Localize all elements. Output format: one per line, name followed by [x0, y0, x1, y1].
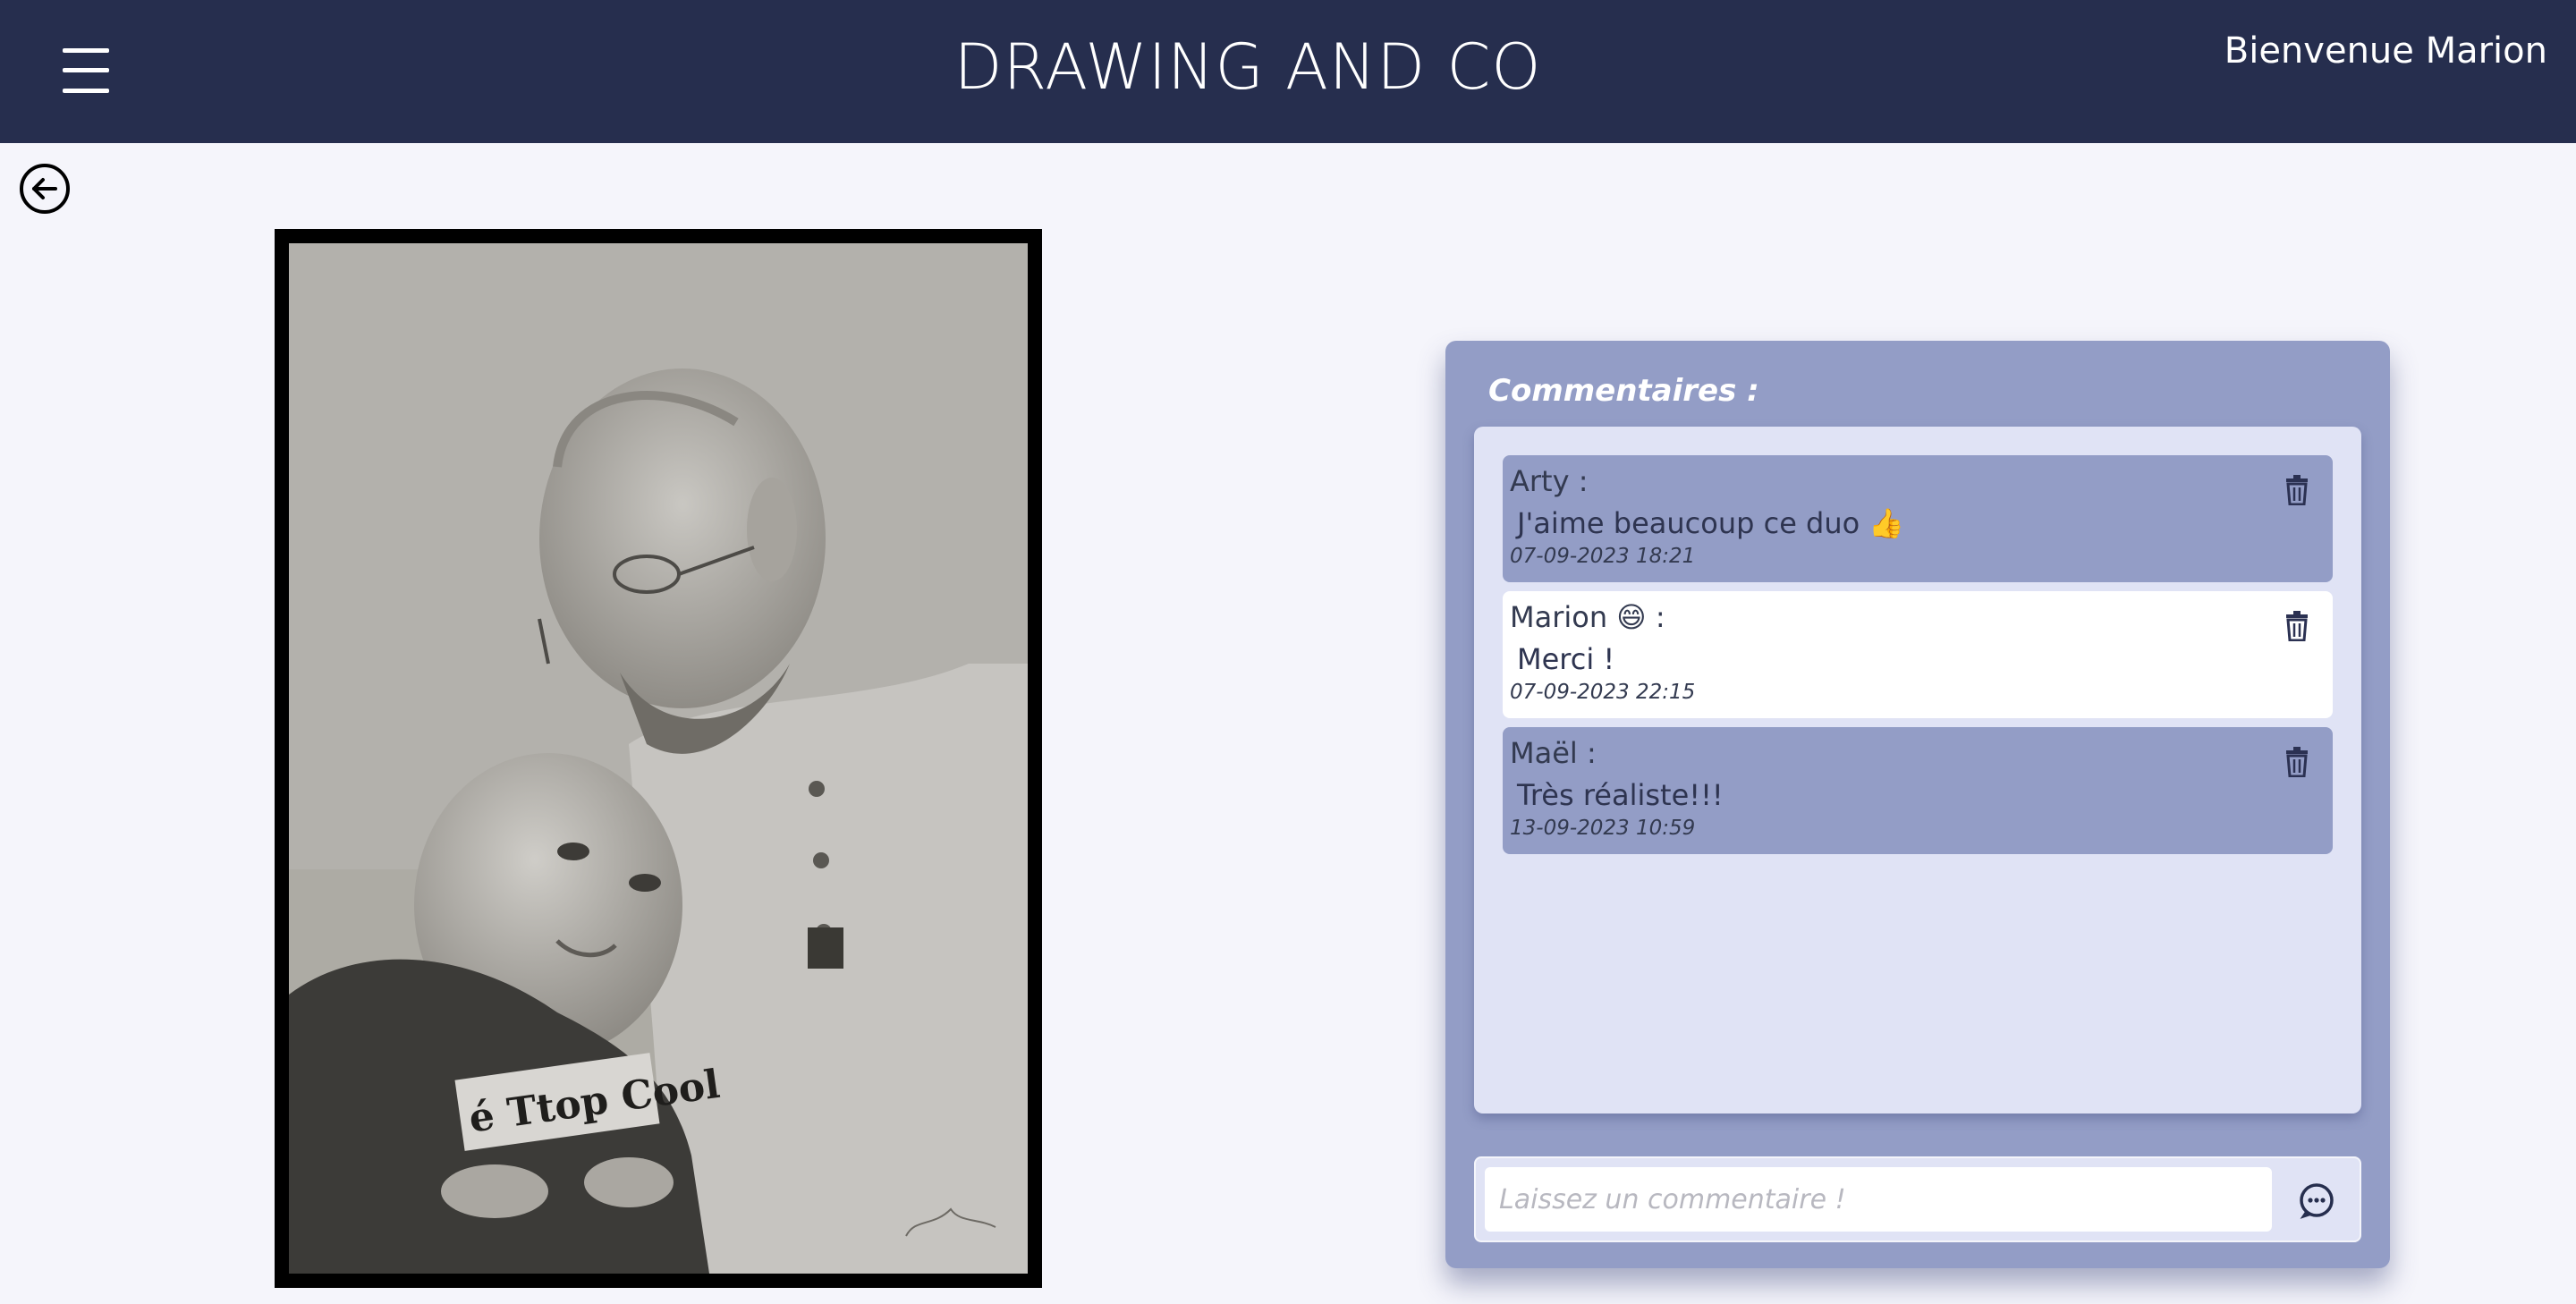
arrow-left-icon [32, 178, 57, 199]
artwork-frame: é Ttop Cool [275, 229, 1042, 1288]
comments-panel: Commentaires : Arty : J'aime beaucoup ce… [1445, 341, 2390, 1268]
comment-text: Très réaliste!!! [1517, 778, 1724, 812]
comment-author: Arty : [1510, 464, 1589, 498]
comment-item: Maël : Très réaliste!!! 13-09-2023 10:59 [1503, 727, 2333, 854]
comment-item: Arty : J'aime beaucoup ce duo 👍 07-09-20… [1503, 455, 2333, 582]
trash-icon[interactable] [2284, 475, 2309, 505]
back-button[interactable] [20, 164, 70, 214]
pencil-drawing-father-and-child: é Ttop Cool [289, 243, 1028, 1274]
comment-author: Maël : [1510, 736, 1597, 770]
comment-date: 07-09-2023 18:21 [1510, 545, 1696, 568]
top-navbar: DRAWING AND CO Bienvenue Marion [0, 0, 2576, 143]
comment-form [1474, 1156, 2361, 1242]
comment-text: Merci ! [1517, 642, 1615, 676]
trash-icon[interactable] [2284, 747, 2309, 777]
site-title[interactable]: DRAWING AND CO [0, 30, 2496, 104]
comments-title: Commentaires : [1488, 373, 1759, 409]
comment-input[interactable] [1485, 1167, 2272, 1232]
trash-icon[interactable] [2284, 611, 2309, 641]
comment-date: 07-09-2023 22:15 [1510, 681, 1696, 704]
comments-list[interactable]: Arty : J'aime beaucoup ce duo 👍 07-09-20… [1474, 427, 2361, 1113]
welcome-message: Bienvenue Marion [2224, 30, 2547, 72]
artwork-image: é Ttop Cool [289, 243, 1028, 1274]
comment-text: J'aime beaucoup ce duo 👍 [1517, 506, 1905, 540]
comment-date: 13-09-2023 10:59 [1510, 817, 1696, 840]
comment-item: Marion 😄 : Merci ! 07-09-2023 22:15 [1503, 591, 2333, 718]
comment-author: Marion 😄 : [1510, 600, 1665, 634]
chat-bubble-icon[interactable] [2292, 1176, 2342, 1226]
